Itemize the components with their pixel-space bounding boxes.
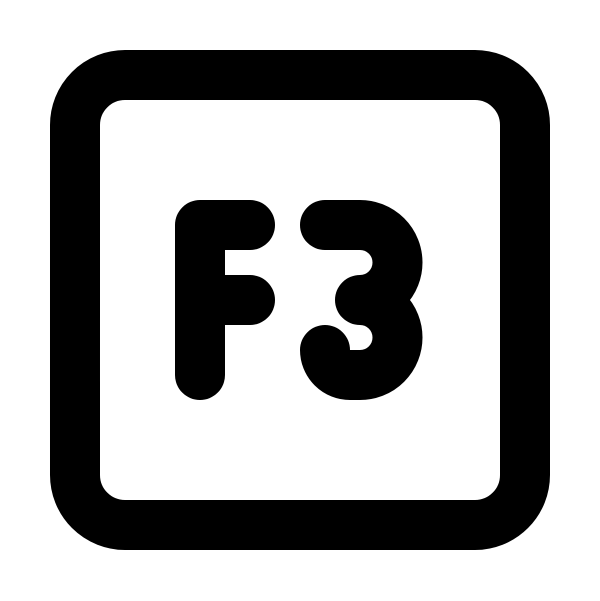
f3-key-svg [50, 50, 550, 550]
keycap-outline [50, 50, 550, 550]
letter-f-glyph [175, 200, 275, 400]
digit-3-glyph [300, 200, 423, 400]
f3-key-icon: F3 [0, 0, 600, 600]
